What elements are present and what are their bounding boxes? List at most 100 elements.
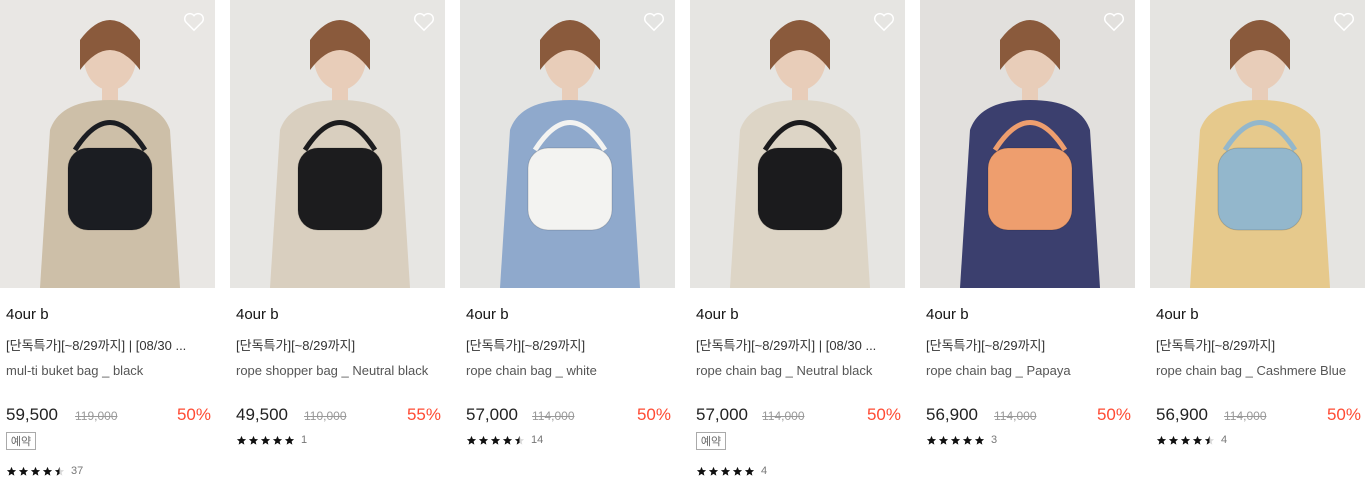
product-rating: 4 xyxy=(1156,434,1227,446)
reservation-badge: 예약 xyxy=(6,432,36,450)
review-count: 4 xyxy=(1221,434,1228,446)
product-card[interactable]: 4our b [단독특가][~8/29까지] rope chain bag _ … xyxy=(920,0,1135,487)
product-discount: 50% xyxy=(1096,405,1131,424)
product-name[interactable]: mul-ti buket bag _ black xyxy=(6,363,206,378)
rating-stars xyxy=(926,435,985,446)
star-icon xyxy=(950,435,961,445)
product-price: 59,500 xyxy=(6,405,58,424)
product-promo: [단독특가][~8/29까지] | [08/30 ... xyxy=(6,338,187,353)
review-count: 3 xyxy=(991,434,998,446)
product-rating: 14 xyxy=(466,434,543,446)
product-promo: [단독특가][~8/29까지] xyxy=(926,338,1046,353)
product-price: 49,500 xyxy=(236,405,288,424)
heart-outline-icon[interactable] xyxy=(183,12,205,32)
product-card[interactable]: 4our b [단독특가][~8/29까지] | [08/30 ... rope… xyxy=(690,0,905,487)
product-price: 56,900 xyxy=(926,405,978,424)
star-icon xyxy=(30,466,41,476)
product-original-price: 119,000 xyxy=(75,409,118,423)
star-icon xyxy=(236,435,247,445)
product-price: 56,900 xyxy=(1156,405,1208,424)
product-promo: [단독특가][~8/29까지] xyxy=(1156,338,1276,353)
rating-stars xyxy=(696,466,755,477)
product-image[interactable] xyxy=(0,0,215,288)
review-count: 37 xyxy=(71,465,84,477)
star-icon xyxy=(466,435,477,445)
product-original-price: 114,000 xyxy=(762,409,805,423)
product-original-price: 110,000 xyxy=(304,409,347,423)
heart-outline-icon[interactable] xyxy=(643,12,665,32)
product-image[interactable] xyxy=(920,0,1135,288)
review-count: 1 xyxy=(301,434,308,446)
product-rating: 4 xyxy=(696,465,767,477)
product-discount: 50% xyxy=(636,405,671,424)
product-promo: [단독특가][~8/29까지] | [08/30 ... xyxy=(696,338,877,353)
star-icon xyxy=(720,466,731,476)
star-icon xyxy=(1192,435,1203,445)
rating-stars xyxy=(6,466,65,477)
product-brand[interactable]: 4our b xyxy=(1156,306,1199,323)
product-brand[interactable]: 4our b xyxy=(926,306,969,323)
star-icon xyxy=(1156,435,1167,445)
product-name[interactable]: rope chain bag _ Cashmere Blue xyxy=(1156,363,1356,378)
star-icon xyxy=(260,435,271,445)
heart-outline-icon[interactable] xyxy=(413,12,435,32)
product-rating: 3 xyxy=(926,434,997,446)
product-name[interactable]: rope chain bag _ Papaya xyxy=(926,363,1126,378)
review-count: 14 xyxy=(531,434,544,446)
product-card[interactable]: 4our b [단독특가][~8/29까지] rope shopper bag … xyxy=(230,0,445,487)
rating-stars xyxy=(1156,435,1215,446)
star-icon xyxy=(1204,435,1215,445)
product-rating: 37 xyxy=(6,465,83,477)
star-icon xyxy=(744,466,755,476)
star-icon xyxy=(938,435,949,445)
product-name[interactable]: rope chain bag _ Neutral black xyxy=(696,363,896,378)
heart-outline-icon[interactable] xyxy=(1103,12,1125,32)
product-grid: 4our b [단독특가][~8/29까지] | [08/30 ... mul-… xyxy=(0,0,1371,487)
star-icon xyxy=(18,466,29,476)
product-original-price: 114,000 xyxy=(994,409,1037,423)
product-original-price: 114,000 xyxy=(532,409,575,423)
product-image[interactable] xyxy=(460,0,675,288)
star-icon xyxy=(708,466,719,476)
star-icon xyxy=(732,466,743,476)
review-count: 4 xyxy=(761,465,768,477)
star-icon xyxy=(42,466,53,476)
product-card[interactable]: 4our b [단독특가][~8/29까지] rope chain bag _ … xyxy=(1150,0,1365,487)
heart-outline-icon[interactable] xyxy=(873,12,895,32)
star-icon xyxy=(490,435,501,445)
product-original-price: 114,000 xyxy=(1224,409,1267,423)
star-icon xyxy=(502,435,513,445)
product-discount: 50% xyxy=(176,405,211,424)
product-brand[interactable]: 4our b xyxy=(696,306,739,323)
star-icon xyxy=(514,435,525,445)
product-name[interactable]: rope shopper bag _ Neutral black xyxy=(236,363,436,378)
product-discount: 50% xyxy=(1326,405,1361,424)
product-name[interactable]: rope chain bag _ white xyxy=(466,363,666,378)
product-promo: [단독특가][~8/29까지] xyxy=(236,338,356,353)
star-icon xyxy=(974,435,985,445)
product-card[interactable]: 4our b [단독특가][~8/29까지] | [08/30 ... mul-… xyxy=(0,0,215,487)
star-icon xyxy=(54,466,65,476)
star-icon xyxy=(284,435,295,445)
product-promo: [단독특가][~8/29까지] xyxy=(466,338,586,353)
rating-stars xyxy=(236,435,295,446)
rating-stars xyxy=(466,435,525,446)
star-icon xyxy=(926,435,937,445)
product-brand[interactable]: 4our b xyxy=(6,306,49,323)
product-price: 57,000 xyxy=(696,405,748,424)
product-image[interactable] xyxy=(1150,0,1365,288)
star-icon xyxy=(6,466,17,476)
product-image[interactable] xyxy=(690,0,905,288)
product-card[interactable]: 4our b [단독특가][~8/29까지] rope chain bag _ … xyxy=(460,0,675,487)
star-icon xyxy=(696,466,707,476)
star-icon xyxy=(478,435,489,445)
product-brand[interactable]: 4our b xyxy=(466,306,509,323)
product-image[interactable] xyxy=(230,0,445,288)
heart-outline-icon[interactable] xyxy=(1333,12,1355,32)
star-icon xyxy=(962,435,973,445)
star-icon xyxy=(1180,435,1191,445)
product-discount: 55% xyxy=(406,405,441,424)
star-icon xyxy=(1168,435,1179,445)
star-icon xyxy=(248,435,259,445)
product-brand[interactable]: 4our b xyxy=(236,306,279,323)
